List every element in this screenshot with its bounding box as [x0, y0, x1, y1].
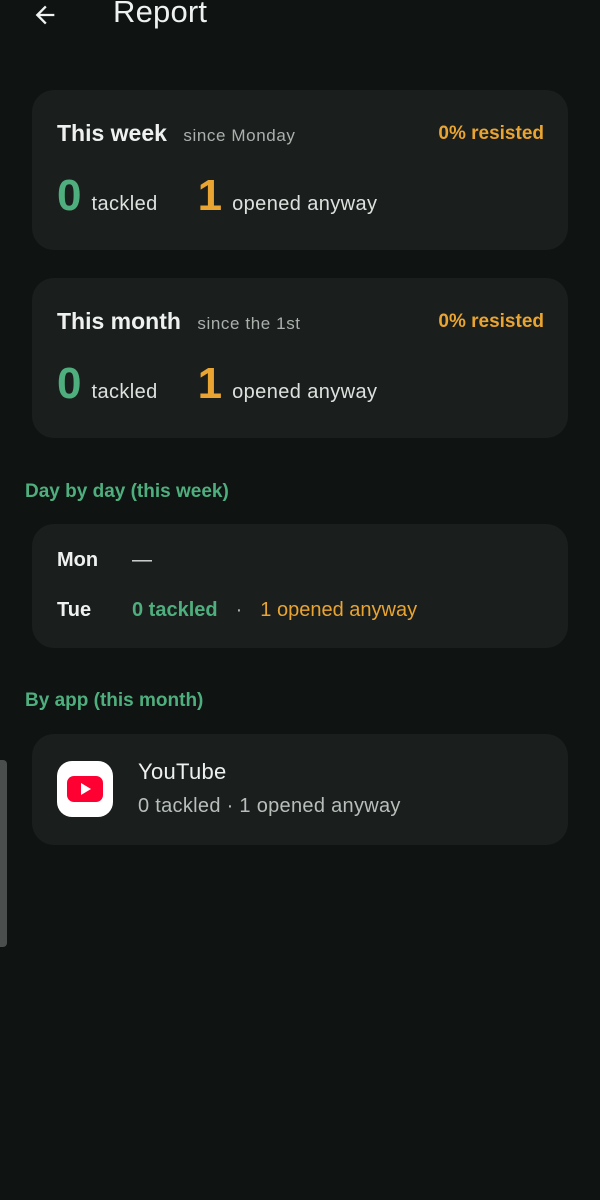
month-resisted-percent: 0% resisted [438, 311, 544, 332]
week-summary-card: This week since Monday 0% resisted 0 tac… [32, 90, 568, 250]
month-tackled-label: tackled [91, 381, 158, 403]
back-button[interactable] [28, 0, 62, 32]
month-stats-row: 0 tackled 1 opened anyway [57, 362, 377, 406]
day-by-day-card: Mon — Tue 0 tackled · 1 opened anyway [32, 524, 568, 648]
month-opened-label: opened anyway [232, 381, 378, 403]
month-tackled-count: 0 [57, 359, 82, 408]
page-title: Report [113, 0, 208, 29]
day-row-mon: Mon — [57, 549, 152, 572]
week-card-title: This week [57, 120, 167, 146]
by-app-section-title: By app (this month) [25, 690, 204, 711]
month-card-header: This month since the 1st 0% resisted [57, 308, 544, 340]
app-stats: 0 tackled · 1 opened anyway [138, 795, 401, 817]
app-list-item-youtube[interactable]: YouTube 0 tackled · 1 opened anyway [32, 734, 568, 845]
top-app-bar: Report [0, 0, 600, 40]
week-card-header: This week since Monday 0% resisted [57, 120, 544, 152]
day-name: Mon [57, 549, 99, 571]
scrollbar-thumb[interactable] [0, 760, 7, 947]
week-opened-count: 1 [197, 171, 223, 220]
month-card-subtitle: since the 1st [197, 314, 301, 333]
day-separator: · [235, 599, 243, 621]
day-tackled: 0 tackled [132, 599, 218, 621]
day-name: Tue [57, 599, 92, 621]
app-name: YouTube [138, 759, 227, 784]
day-by-day-section-title: Day by day (this week) [25, 481, 229, 502]
month-opened-count: 1 [197, 359, 223, 408]
day-empty-value: — [132, 549, 152, 571]
week-tackled-label: tackled [91, 193, 158, 215]
youtube-logo-shape [67, 776, 103, 802]
week-card-subtitle: since Monday [183, 126, 296, 145]
day-row-tue: Tue 0 tackled · 1 opened anyway [57, 599, 417, 622]
arrow-left-icon [35, 5, 55, 25]
youtube-icon [57, 761, 113, 817]
day-opened: 1 opened anyway [260, 599, 418, 621]
week-stats-row: 0 tackled 1 opened anyway [57, 174, 377, 218]
week-tackled-count: 0 [57, 171, 82, 220]
month-summary-card: This month since the 1st 0% resisted 0 t… [32, 278, 568, 438]
week-resisted-percent: 0% resisted [438, 123, 544, 144]
week-opened-label: opened anyway [232, 193, 378, 215]
month-card-title: This month [57, 308, 181, 334]
